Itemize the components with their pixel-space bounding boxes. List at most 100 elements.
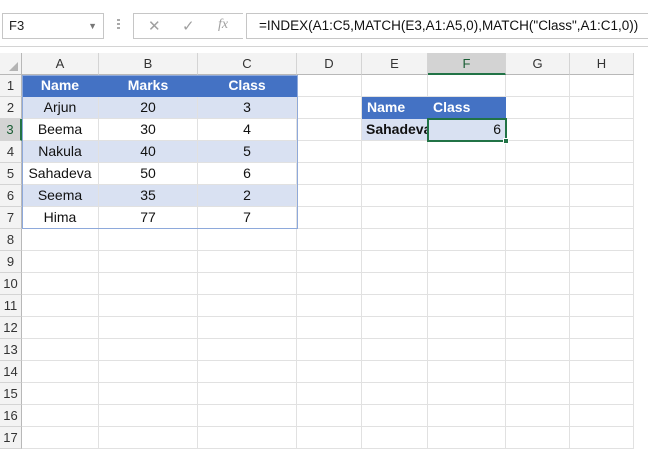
fill-handle[interactable] [503, 138, 509, 144]
grid-cell[interactable] [506, 75, 570, 97]
row-header-7[interactable]: 7 [0, 207, 22, 229]
column-header-c[interactable]: C [198, 53, 297, 75]
column-header-f[interactable]: F [428, 53, 506, 75]
row-header-2[interactable]: 2 [0, 97, 22, 119]
grid-cell[interactable] [362, 163, 428, 185]
grid-cell[interactable] [362, 405, 428, 427]
grid-cell[interactable] [22, 361, 99, 383]
grid-cell[interactable] [297, 185, 362, 207]
grid-cell[interactable] [99, 317, 198, 339]
grid-cell[interactable] [297, 97, 362, 119]
grid-cell[interactable] [428, 317, 506, 339]
grid-cell[interactable] [506, 229, 570, 251]
grid-cell[interactable] [22, 405, 99, 427]
insert-function-icon[interactable]: fx [218, 17, 228, 33]
cell-b7[interactable]: 77 [99, 207, 198, 229]
grid-cell[interactable] [570, 317, 634, 339]
grid-cell[interactable] [198, 317, 297, 339]
grid-cell[interactable] [297, 75, 362, 97]
grid-cell[interactable] [22, 273, 99, 295]
cell-c4[interactable]: 5 [198, 141, 297, 163]
row-header-16[interactable]: 16 [0, 405, 22, 427]
grid-cell[interactable] [570, 119, 634, 141]
row-header-8[interactable]: 8 [0, 229, 22, 251]
column-header-e[interactable]: E [362, 53, 428, 75]
grid-cell[interactable] [198, 361, 297, 383]
grid-cell[interactable] [428, 229, 506, 251]
grid-cell[interactable] [506, 163, 570, 185]
column-header-h[interactable]: H [570, 53, 634, 75]
cell-c3[interactable]: 4 [198, 119, 297, 141]
grid-cell[interactable] [99, 405, 198, 427]
grid-cell[interactable] [297, 163, 362, 185]
cell-c2[interactable]: 3 [198, 97, 297, 119]
grid-cell[interactable] [297, 251, 362, 273]
grid-cell[interactable] [297, 339, 362, 361]
grid-cell[interactable] [99, 273, 198, 295]
grid-cell[interactable] [506, 405, 570, 427]
grid-cell[interactable] [362, 207, 428, 229]
cell-a7[interactable]: Hima [22, 207, 99, 229]
grid-cell[interactable] [506, 427, 570, 449]
table-header-class[interactable]: Class [198, 75, 297, 97]
name-box-dropdown-icon[interactable]: ▼ [88, 14, 97, 38]
grid-cell[interactable] [506, 251, 570, 273]
grid-cell[interactable] [428, 141, 506, 163]
grid-cell[interactable] [570, 405, 634, 427]
cell-c7[interactable]: 7 [198, 207, 297, 229]
grid-cell[interactable] [297, 119, 362, 141]
grid-cell[interactable] [297, 229, 362, 251]
grid-cell[interactable] [506, 383, 570, 405]
row-header-6[interactable]: 6 [0, 185, 22, 207]
column-header-b[interactable]: B [99, 53, 198, 75]
grid-cell[interactable] [22, 229, 99, 251]
grid-cell[interactable] [428, 273, 506, 295]
grid-cell[interactable] [570, 75, 634, 97]
grid-cell[interactable] [428, 207, 506, 229]
grid-cell[interactable] [198, 295, 297, 317]
grid-cell[interactable] [198, 427, 297, 449]
grid-cell[interactable] [428, 339, 506, 361]
grid-cell[interactable] [506, 339, 570, 361]
grid-cell[interactable] [99, 383, 198, 405]
grid-cell[interactable] [362, 339, 428, 361]
grid-cell[interactable] [570, 273, 634, 295]
grid-cell[interactable] [506, 295, 570, 317]
grid-cell[interactable] [428, 361, 506, 383]
cell-e3[interactable]: Sahadeva [362, 119, 428, 141]
grid-cell[interactable] [99, 229, 198, 251]
grid-cell[interactable] [362, 273, 428, 295]
grid-cell[interactable] [428, 163, 506, 185]
grid-cell[interactable] [198, 273, 297, 295]
grid-cell[interactable] [198, 405, 297, 427]
column-header-a[interactable]: A [22, 53, 99, 75]
grid-cell[interactable] [570, 207, 634, 229]
grid-cell[interactable] [428, 185, 506, 207]
grid-cell[interactable] [506, 119, 570, 141]
row-header-15[interactable]: 15 [0, 383, 22, 405]
grid-cell[interactable] [297, 207, 362, 229]
grid-cell[interactable] [297, 427, 362, 449]
cell-a6[interactable]: Seema [22, 185, 99, 207]
grid-cell[interactable] [22, 427, 99, 449]
grid-cell[interactable] [506, 207, 570, 229]
row-header-12[interactable]: 12 [0, 317, 22, 339]
grid-cell[interactable] [362, 229, 428, 251]
grid-cell[interactable] [99, 339, 198, 361]
grid-cell[interactable] [506, 141, 570, 163]
grid-cell[interactable] [362, 75, 428, 97]
grid-cell[interactable] [297, 405, 362, 427]
row-header-5[interactable]: 5 [0, 163, 22, 185]
grid-cell[interactable] [198, 229, 297, 251]
row-header-1[interactable]: 1 [0, 75, 22, 97]
cell-c5[interactable]: 6 [198, 163, 297, 185]
grid-cell[interactable] [570, 185, 634, 207]
grid-cell[interactable] [99, 361, 198, 383]
grid-cell[interactable] [362, 383, 428, 405]
grid-cell[interactable] [22, 339, 99, 361]
grid-cell[interactable] [428, 75, 506, 97]
grid-cell[interactable] [506, 273, 570, 295]
grid-cell[interactable] [570, 339, 634, 361]
row-header-3[interactable]: 3 [0, 119, 22, 141]
select-all-corner[interactable] [0, 53, 22, 75]
